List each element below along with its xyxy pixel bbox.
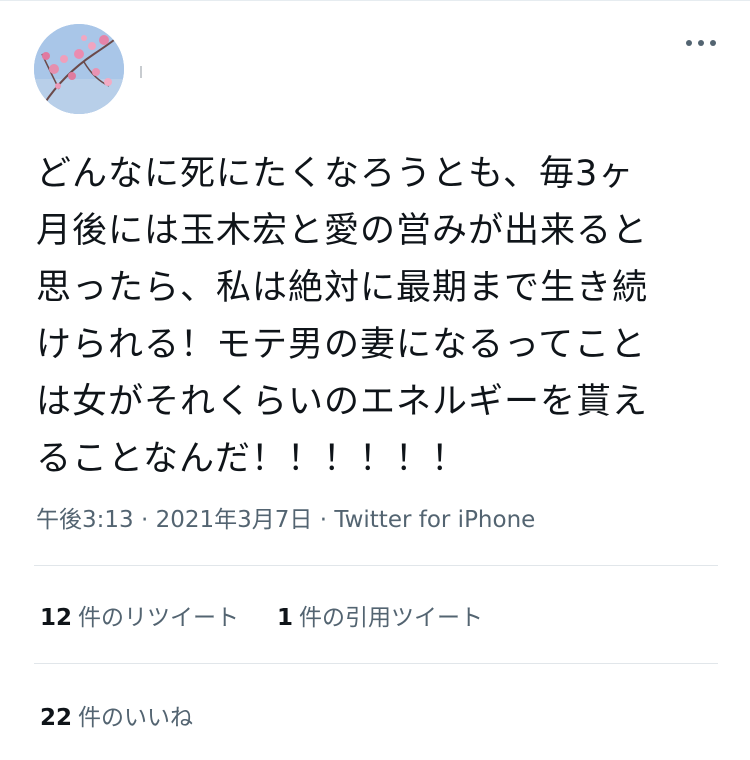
retweet-count: 12 <box>40 605 73 631</box>
tweet-text: どんなに死にたくなろうとも、毎3ヶ 月後には玉木宏と愛の営みが出来ると 思ったら… <box>36 154 649 479</box>
tweet-date[interactable]: 2021年3月7日 <box>156 507 313 533</box>
more-horizontal-icon <box>698 40 704 46</box>
divider <box>34 565 718 566</box>
meta-separator: · <box>319 507 328 533</box>
top-border <box>0 0 750 1</box>
avatar-image <box>34 24 124 114</box>
tweet-time[interactable]: 午後3:13 <box>36 507 134 533</box>
retweets-stat[interactable]: 12 件のリツイート <box>40 598 239 632</box>
retweet-label: 件のリツイート <box>78 605 240 631</box>
tweet-meta: 午後3:13 · 2021年3月7日 · Twitter for iPhone <box>36 500 535 534</box>
display-name-placeholder[interactable] <box>140 66 142 78</box>
quote-label: 件の引用ツイート <box>299 605 484 631</box>
quote-count: 1 <box>277 605 294 631</box>
likes-stat[interactable]: 22 件のいいね <box>40 698 193 732</box>
engagement-stats: 12 件のリツイート 1 件の引用ツイート <box>40 598 483 632</box>
tweet-source[interactable]: Twitter for iPhone <box>334 507 535 533</box>
avatar[interactable] <box>34 24 124 114</box>
more-options-button[interactable] <box>686 40 716 46</box>
more-horizontal-icon <box>710 40 716 46</box>
more-horizontal-icon <box>686 40 692 46</box>
meta-separator: · <box>140 507 149 533</box>
like-count: 22 <box>40 705 73 731</box>
divider <box>34 663 718 664</box>
quotes-stat[interactable]: 1 件の引用ツイート <box>277 598 483 632</box>
like-label: 件のいいね <box>78 705 194 731</box>
